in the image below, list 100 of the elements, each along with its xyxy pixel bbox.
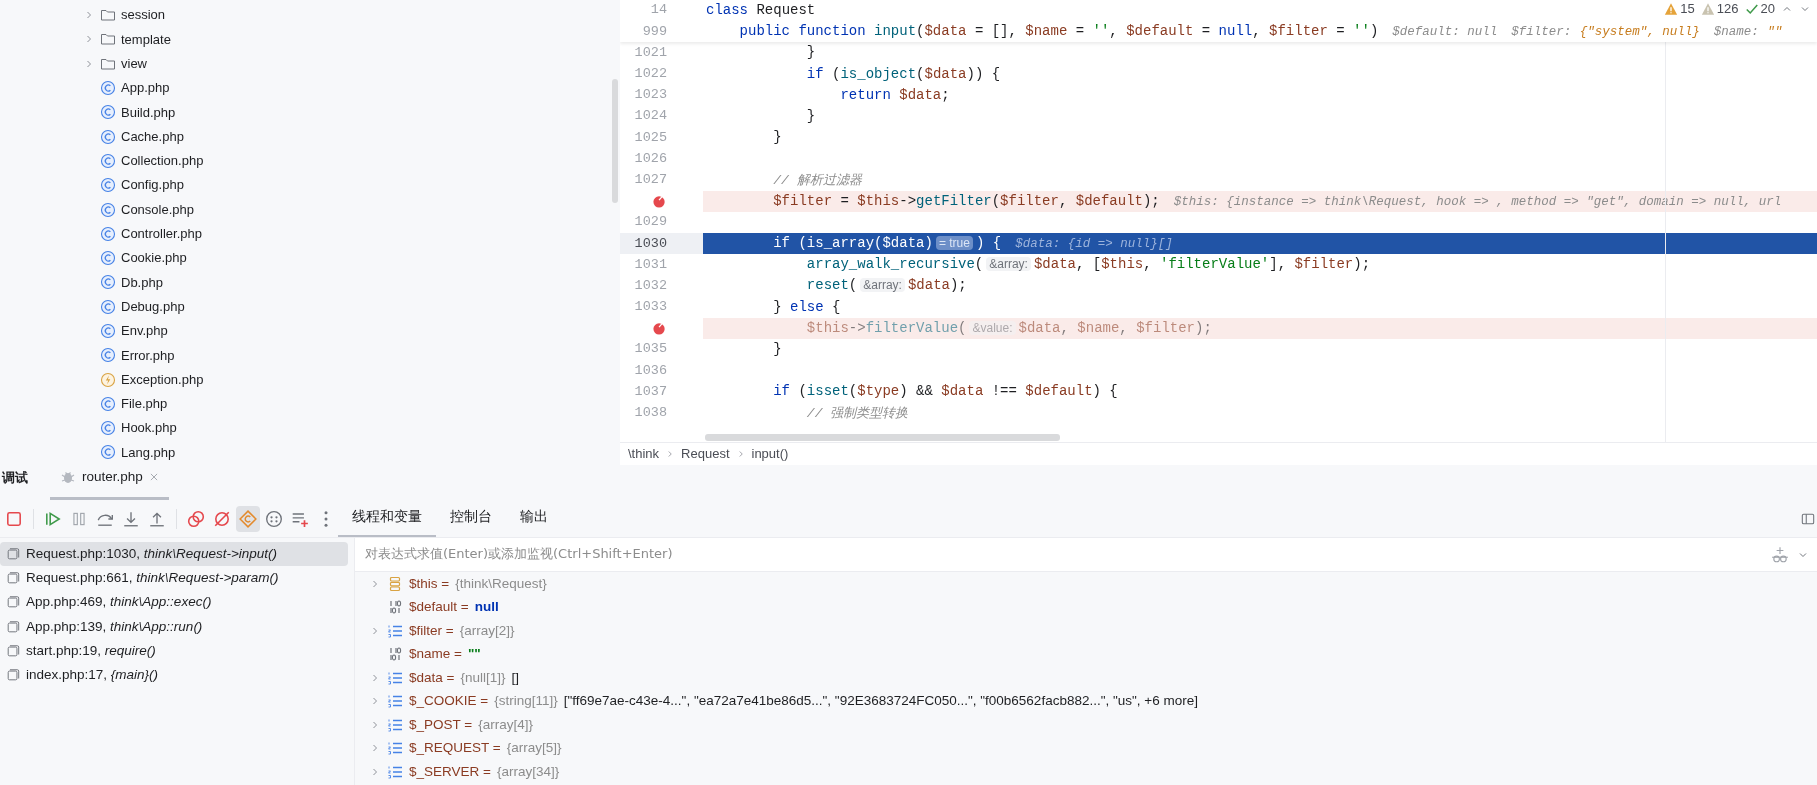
dots-icon <box>265 509 283 528</box>
stack-frame[interactable]: App.php:139, think\App::run() <box>26 616 203 637</box>
class-icon <box>100 152 116 169</box>
line-number: 1022 <box>634 65 667 84</box>
line-number: 1032 <box>634 276 667 295</box>
layout-icon[interactable] <box>1801 511 1815 526</box>
code-text: ( <box>958 319 967 336</box>
code-text: , <box>1252 23 1261 40</box>
breakpoint-icon[interactable] <box>652 320 667 336</box>
line-number: 1023 <box>634 86 667 105</box>
code-variable: $data <box>899 86 942 103</box>
selected-frame-highlight[interactable]: Request.php:1030, think\Request->input() <box>0 542 348 567</box>
stack-frame[interactable]: index.php:17, {main}() <box>26 664 159 686</box>
class-icon <box>100 420 116 437</box>
class-icon <box>100 80 116 97</box>
line-number: 1029 <box>634 213 667 232</box>
breakpoint-icon[interactable] <box>652 193 667 209</box>
variable-type: {think\Request} <box>455 574 547 593</box>
glasses-icon[interactable] <box>1771 545 1789 564</box>
session-tab[interactable]: router.php <box>50 466 169 500</box>
inline-value-hint: {"system", null} <box>1579 25 1700 40</box>
panel-title: 调试 <box>2 468 28 487</box>
file-name[interactable]: view <box>121 54 147 74</box>
stack-frame[interactable]: start.php:19, require() <box>26 640 156 661</box>
class-icon <box>100 177 116 194</box>
file-name[interactable]: Controller.php <box>121 224 202 244</box>
line-number: 1033 <box>634 298 667 317</box>
stack-frame[interactable]: App.php:469, think\App::exec() <box>26 592 212 613</box>
code-variable: $name <box>1077 319 1120 336</box>
diamond-button[interactable] <box>236 505 260 532</box>
code-variable: $data <box>1018 319 1061 336</box>
class-icon <box>100 225 116 242</box>
code-text: = <box>840 192 849 209</box>
view-tab[interactable]: 输出 <box>506 500 562 537</box>
stack-frame[interactable]: Request.php:661, think\Request->param() <box>26 568 279 589</box>
file-name[interactable]: File.php <box>121 394 168 414</box>
expression-input[interactable]: 对表达式求值(Enter)或添加监视(Ctrl+Shift+Enter) <box>365 544 1763 565</box>
parameter-hint: = true <box>935 236 973 251</box>
expression-field[interactable]: 对表达式求值(Enter)或添加监视(Ctrl+Shift+Enter) <box>355 538 1817 572</box>
breadcrumb-item[interactable]: Request <box>681 443 730 464</box>
class-icon <box>100 201 116 218</box>
file-name[interactable]: Console.php <box>121 199 194 220</box>
stop-icon <box>5 509 23 528</box>
code-function: is_array <box>806 235 875 252</box>
code-text: ); <box>1142 192 1160 209</box>
stack-frame[interactable]: Request.php:1030, think\Request->input() <box>26 543 278 565</box>
file-name[interactable]: Debug.php <box>121 296 185 317</box>
code-text: ) <box>1369 23 1379 40</box>
variable-type: {null[1]} <box>460 668 506 687</box>
code-text: = <box>1075 23 1085 40</box>
file-name[interactable]: Lang.php <box>121 442 176 463</box>
file-name[interactable]: Exception.php <box>121 369 204 390</box>
line-number: 1031 <box>634 255 667 274</box>
code-string: '' <box>1353 23 1370 40</box>
code-variable: $type <box>857 383 900 400</box>
file-name[interactable]: Db.php <box>121 272 163 293</box>
step-into-icon <box>122 509 140 528</box>
file-name[interactable]: Env.php <box>121 321 168 341</box>
file-name[interactable]: Build.php <box>121 102 176 123</box>
close-icon[interactable] <box>148 471 159 482</box>
code-variable: $filter <box>1136 319 1195 336</box>
file-name[interactable]: Cache.php <box>121 126 184 147</box>
variable-value: "" <box>467 645 481 664</box>
line-number: 1037 <box>634 382 667 401</box>
file-name[interactable]: Hook.php <box>121 418 177 438</box>
code-keyword: null <box>1218 23 1253 40</box>
breadcrumb-item[interactable]: \think <box>628 443 660 464</box>
folder-icon <box>100 7 116 24</box>
breadcrumb-item[interactable]: input() <box>751 443 789 464</box>
line-number: 1035 <box>634 340 667 359</box>
file-name[interactable]: session <box>121 5 166 25</box>
file-name[interactable]: Cookie.php <box>121 248 187 268</box>
variable-name: $name = <box>409 645 462 664</box>
code-text: ) <box>924 235 933 252</box>
scrollbar-thumb[interactable] <box>612 79 618 203</box>
file-name[interactable]: Config.php <box>121 175 184 195</box>
scrollbar-thumb[interactable] <box>705 433 1060 441</box>
line-number: 1024 <box>634 107 667 126</box>
frame-icon <box>6 643 20 658</box>
variable-type: {array[2]} <box>459 621 515 640</box>
variable-name: $filter = <box>409 621 454 640</box>
file-name[interactable]: App.php <box>121 78 170 98</box>
code-text: ( <box>991 192 1001 209</box>
code-variable: $default <box>1025 383 1093 400</box>
code-text: } <box>806 44 816 61</box>
code-variable: $data <box>1033 256 1076 273</box>
file-name[interactable]: Collection.php <box>121 151 204 171</box>
file-name[interactable]: Error.php <box>121 345 175 366</box>
code-text: -> <box>848 319 866 336</box>
variable-name: $default = <box>409 598 469 617</box>
view-tab[interactable]: 控制台 <box>436 500 506 537</box>
code-text: } <box>773 129 782 146</box>
code-function: filterValue <box>865 319 959 336</box>
array-icon <box>387 740 403 757</box>
code-function: input <box>874 23 917 40</box>
code-keyword: public function <box>739 23 866 40</box>
code-text: -> <box>899 192 917 209</box>
file-name[interactable]: template <box>121 29 171 50</box>
code-variable: $data <box>907 277 950 294</box>
variable-name: $_SERVER = <box>409 762 491 781</box>
